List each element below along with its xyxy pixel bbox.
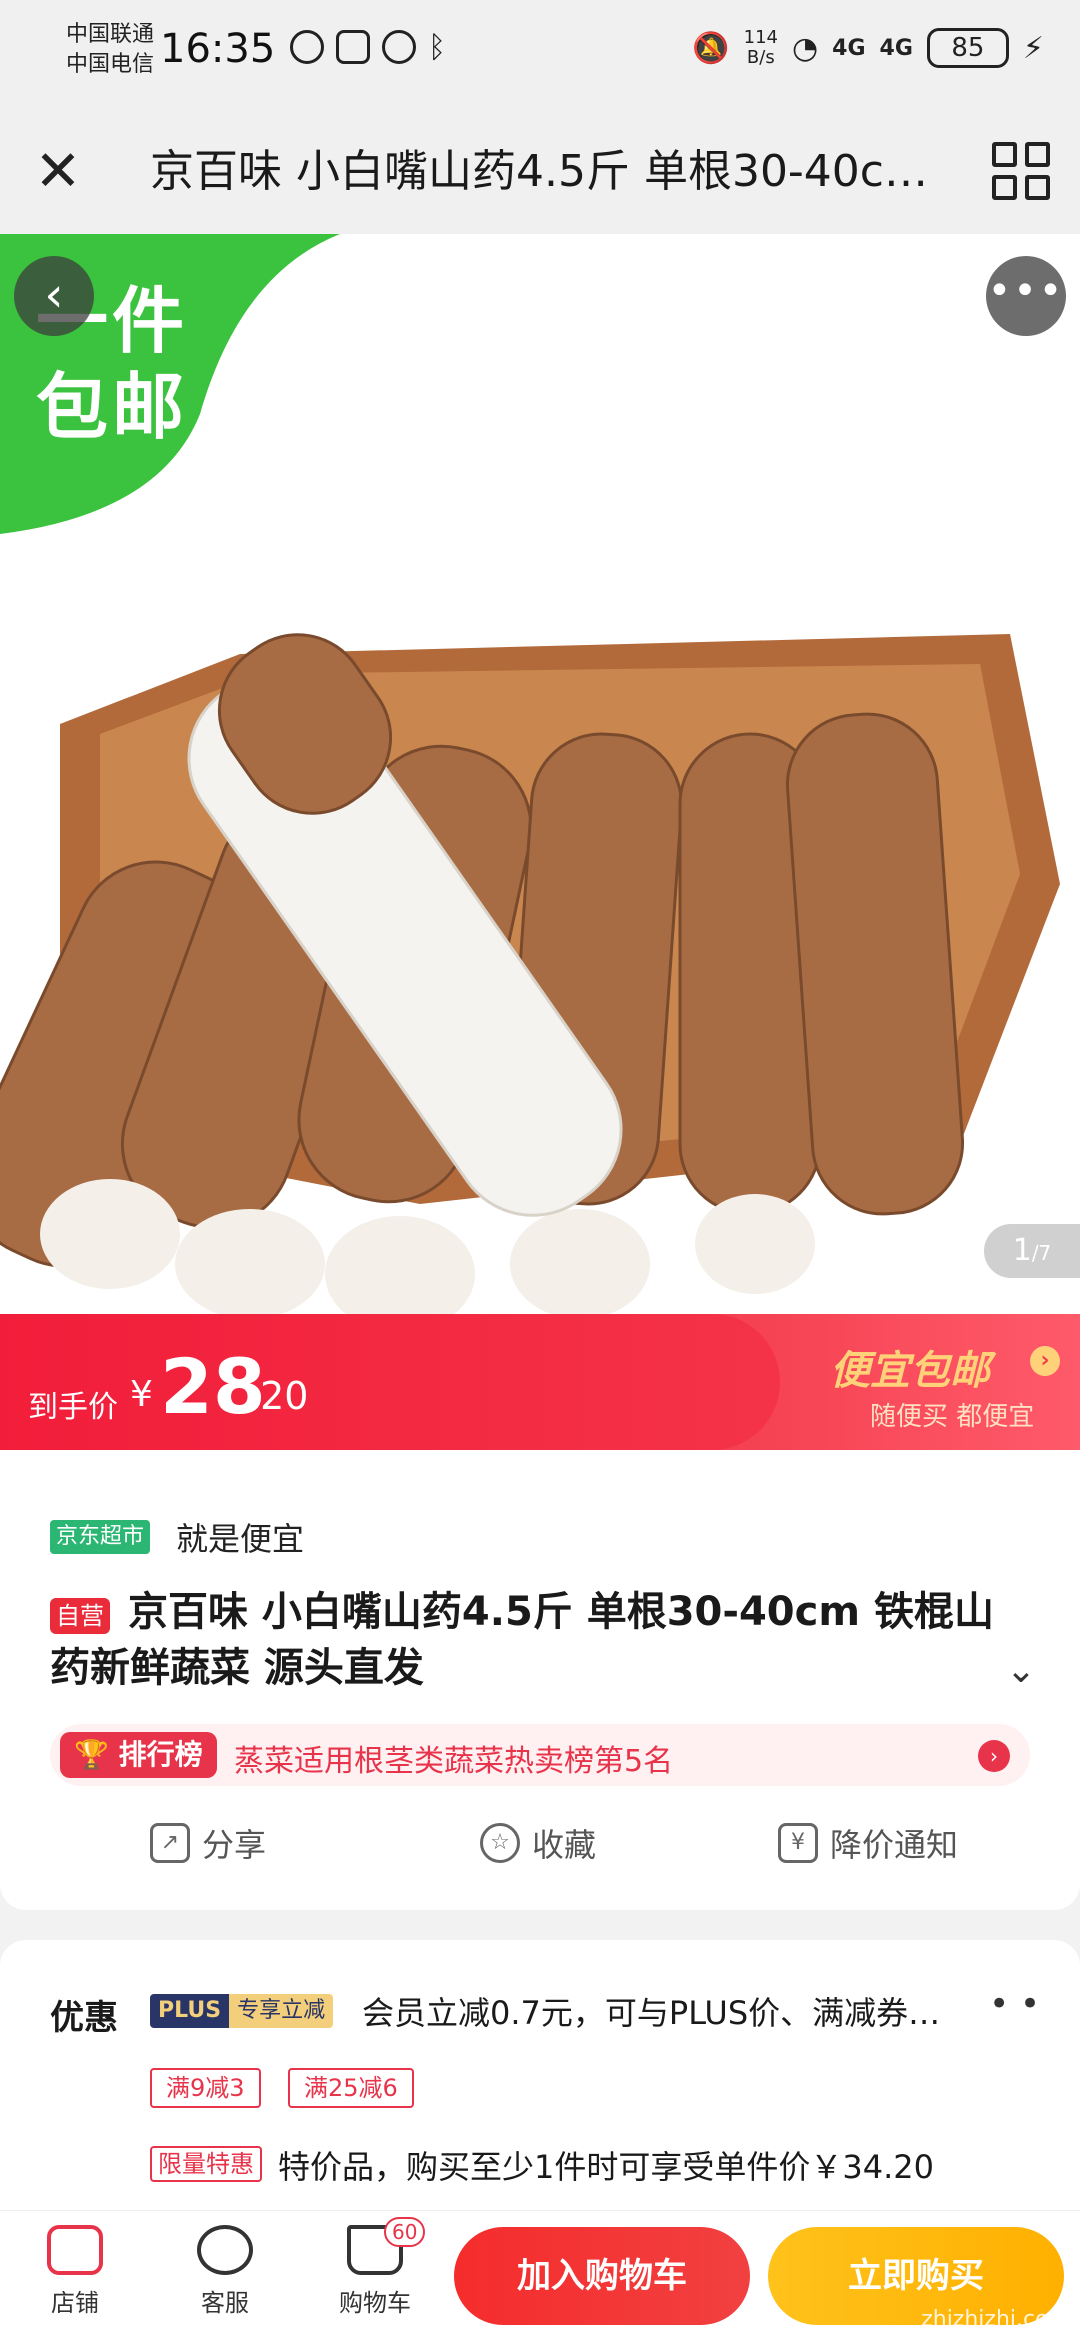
price-tag-icon: ¥ <box>778 1823 818 1863</box>
chevron-right-icon[interactable]: › <box>1030 1346 1060 1376</box>
chevron-left-icon: ‹ <box>44 267 64 323</box>
service-tab[interactable]: 客服 <box>170 2225 280 2318</box>
product-info-card: 京东超市 就是便宜 京百味 小白嘴山药4.5斤 单根30-40cm 铁棍山药新鲜… <box>0 1450 1080 1910</box>
coupon-tag[interactable]: 满9减3 <box>150 2068 261 2108</box>
signal-2: 4G <box>879 35 913 61</box>
page-title: 京百味 小白嘴山药4.5斤 单根30-40cm 铁棍山药新鲜蔬菜 源头直发 <box>150 146 930 197</box>
price-banner: 到手价 ¥ 28 .20 便宜包邮 › 随便买 都便宜 <box>0 1314 1080 1450</box>
limited-offer-text: 特价品，购买至少1件时可享受单件价￥34.20 <box>278 2148 934 2186</box>
cart-count-badge: 60 <box>384 2217 426 2247</box>
close-icon: ✕ <box>34 139 82 204</box>
ranking-bar[interactable]: 🏆 排行榜 蒸菜适用根茎类蔬菜热卖榜第5名 › <box>50 1724 1030 1786</box>
chevron-down-icon[interactable]: ⌄ <box>1006 1650 1036 1691</box>
product-image[interactable]: 一件 包邮 ‹ ••• 1/7 <box>0 234 1080 1314</box>
star-icon: ☆ <box>480 1823 520 1863</box>
wifi-icon: ◔ <box>791 30 819 66</box>
more-dots-icon: ••• <box>987 268 1065 314</box>
self-operated-badge: 自营 <box>50 1598 110 1634</box>
plus-offer-text: 会员立减0.7元，可与PLUS价、满减券等优惠叠加使用 <box>362 1994 962 2032</box>
gauge-icon <box>290 30 324 64</box>
charging-icon: ⚡ <box>1022 30 1044 66</box>
title-bar: ✕ 京百味 小白嘴山药4.5斤 单根30-40cm 铁棍山药新鲜蔬菜 源头直发 <box>0 110 1080 234</box>
close-button[interactable]: ✕ <box>28 142 88 202</box>
add-to-cart-button[interactable]: 加入购物车 <box>454 2227 750 2325</box>
price-label: 到手价 <box>28 1390 118 1425</box>
signal-1: 4G <box>832 35 866 61</box>
limited-offer-tag: 限量特惠 <box>150 2146 262 2182</box>
chevron-right-icon: › <box>978 1740 1010 1772</box>
promo-subtitle: 随便买 都便宜 <box>870 1402 1035 1432</box>
back-button[interactable]: ‹ <box>14 256 94 336</box>
battery: 85 <box>926 28 1009 68</box>
price-alert-button[interactable]: ¥ 降价通知 <box>778 1820 958 1866</box>
price-decimal: .20 <box>248 1374 309 1418</box>
offer-card[interactable]: 优惠 PLUS 专享立减 会员立减0.7元，可与PLUS价、满减券等优惠叠加使用… <box>0 1940 1080 2220</box>
carrier-info: 中国联通 中国电信 <box>66 20 154 80</box>
store-slogan: 就是便宜 <box>176 1520 305 1558</box>
favorite-button[interactable]: ☆ 收藏 <box>480 1820 596 1866</box>
carrier-2: 中国电信 <box>66 52 155 77</box>
offer-label: 优惠 <box>50 1998 118 2038</box>
store-tag: 京东超市 <box>50 1520 151 1554</box>
menu-grid-icon[interactable] <box>992 142 1050 200</box>
image-page-indicator: 1/7 <box>984 1224 1080 1278</box>
bluetooth-icon: ᛒ <box>428 30 446 65</box>
carrier-1: 中国联通 <box>66 22 155 47</box>
more-dots-icon[interactable]: • • <box>989 1984 1040 2024</box>
store-icon <box>47 2225 103 2275</box>
action-row: ↗ 分享 ☆ 收藏 ¥ 降价通知 <box>0 1810 1080 1880</box>
status-icons: ᛒ <box>290 30 446 65</box>
product-title: 京百味 小白嘴山药4.5斤 单根30-40cm 铁棍山药新鲜蔬菜 源头直发 <box>50 1589 994 1691</box>
more-button[interactable]: ••• <box>986 256 1066 336</box>
status-bar: 中国联通 中国电信 16:35 ᛒ 🔕 114 B/s ◔ 4G 4G 85 ⚡ <box>0 0 1080 110</box>
net-speed: 114 B/s <box>743 27 778 68</box>
alarm-icon <box>382 30 416 64</box>
chat-icon <box>197 2225 253 2275</box>
watermark: zhizhizhi.com <box>921 2307 1070 2332</box>
price-currency: ¥ <box>130 1374 153 1415</box>
share-button[interactable]: ↗ 分享 <box>150 1820 266 1866</box>
plus-badge: PLUS 专享立减 <box>150 1994 334 2028</box>
cart-tab[interactable]: 60 购物车 <box>320 2217 430 2318</box>
ranking-text: 蒸菜适用根茎类蔬菜热卖榜第5名 <box>234 1744 674 1779</box>
bottom-action-bar: 店铺 客服 60 购物车 加入购物车 立即购买 zhizhizhi.com <box>0 2210 1080 2340</box>
share-icon: ↗ <box>150 1823 190 1863</box>
status-right: 🔕 114 B/s ◔ 4G 4G 85 ⚡ <box>692 28 1044 68</box>
coupon-tag[interactable]: 满25减6 <box>288 2068 414 2108</box>
promo-title[interactable]: 便宜包邮 <box>830 1338 990 1396</box>
mute-icon: 🔕 <box>692 30 730 66</box>
clock: 16:35 <box>160 26 276 72</box>
store-tab[interactable]: 店铺 <box>20 2225 130 2318</box>
nfc-icon <box>336 30 370 64</box>
ranking-tag: 🏆 排行榜 <box>60 1732 217 1778</box>
